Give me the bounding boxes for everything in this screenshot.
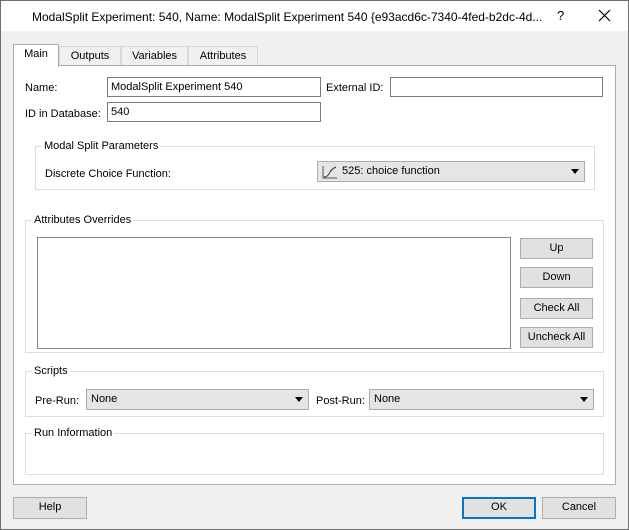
tab-variables[interactable]: Variables [121, 46, 188, 66]
function-curve-icon [322, 166, 337, 179]
name-field[interactable]: ModalSplit Experiment 540 [107, 77, 321, 97]
run-information-title: Run Information [32, 427, 115, 439]
db-id-field[interactable]: 540 [107, 102, 321, 122]
post-run-value: None [374, 393, 401, 405]
window-title: ModalSplit Experiment: 540, Name: ModalS… [32, 10, 543, 24]
dcf-value: 525: choice function [342, 165, 440, 177]
check-all-button[interactable]: Check All [520, 298, 593, 319]
modal-split-group: Modal Split Parameters Discrete Choice F… [35, 140, 595, 190]
down-button[interactable]: Down [520, 267, 593, 288]
tab-outputs[interactable]: Outputs [59, 46, 121, 66]
pre-run-label: Pre-Run: [35, 395, 80, 407]
attributes-overrides-title: Attributes Overrides [32, 214, 134, 226]
run-information-group: Run Information [25, 427, 604, 475]
name-label: Name: [25, 82, 58, 94]
modal-split-title: Modal Split Parameters [42, 140, 161, 152]
attributes-overrides-group: Attributes Overrides Up Down Check All U… [25, 214, 604, 353]
uncheck-all-button[interactable]: Uncheck All [520, 327, 593, 348]
scripts-title: Scripts [32, 365, 70, 377]
ok-button[interactable]: OK [462, 497, 536, 519]
dialog-window: ModalSplit Experiment: 540, Name: ModalS… [0, 0, 629, 530]
up-button[interactable]: Up [520, 238, 593, 259]
tab-attributes[interactable]: Attributes [188, 46, 258, 66]
overrides-list[interactable] [37, 237, 511, 349]
pre-run-combobox[interactable]: None [86, 389, 309, 410]
tab-main[interactable]: Main [13, 44, 59, 67]
close-icon[interactable] [597, 5, 613, 25]
help-button[interactable]: Help [13, 497, 87, 519]
pre-run-value: None [91, 393, 118, 405]
cancel-button[interactable]: Cancel [542, 497, 616, 519]
title-bar: ModalSplit Experiment: 540, Name: ModalS… [1, 1, 628, 31]
external-id-label: External ID: [326, 82, 384, 94]
db-id-label: ID in Database: [25, 108, 101, 120]
post-run-label: Post-Run: [316, 395, 365, 407]
main-tab-panel: Name: ModalSplit Experiment 540 External… [13, 65, 616, 485]
dcf-combobox[interactable]: 525: choice function [317, 161, 585, 182]
external-id-field[interactable] [390, 77, 603, 97]
dcf-label: Discrete Choice Function: [45, 168, 171, 180]
context-help-button[interactable]: ? [557, 8, 564, 23]
scripts-group: Scripts Pre-Run: None Post-Run: None [25, 365, 604, 417]
post-run-combobox[interactable]: None [369, 389, 594, 410]
chevron-down-icon[interactable] [295, 397, 303, 402]
chevron-down-icon[interactable] [571, 169, 579, 174]
chevron-down-icon[interactable] [580, 397, 588, 402]
